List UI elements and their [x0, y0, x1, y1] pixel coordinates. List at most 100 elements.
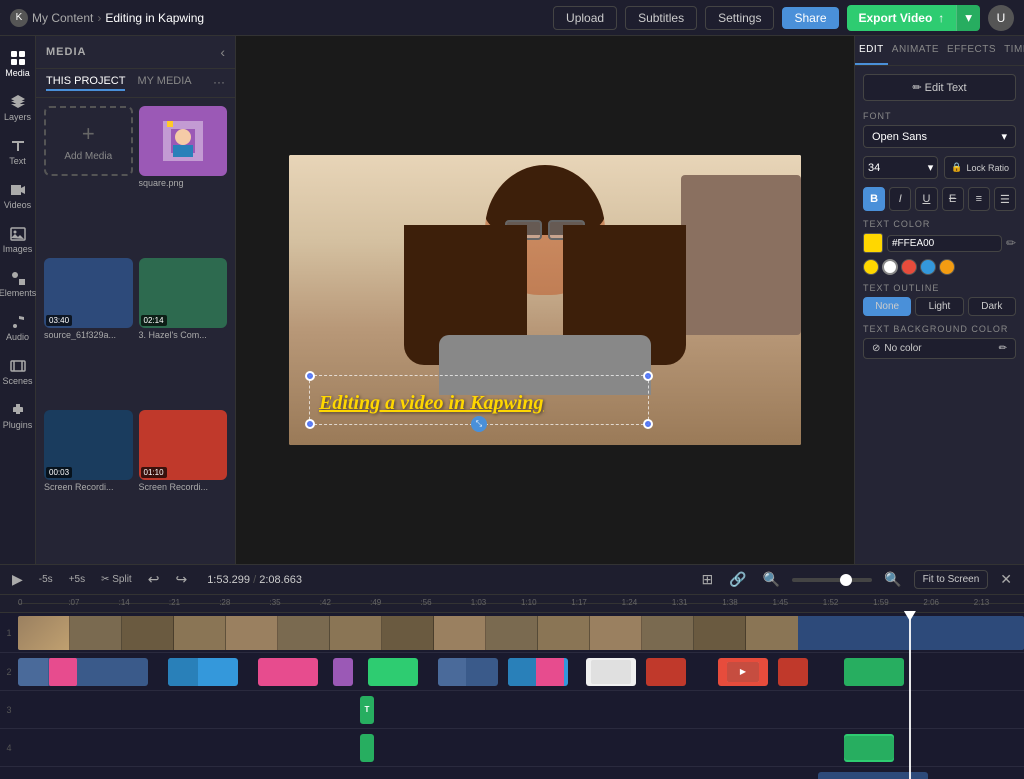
- clip-6[interactable]: [438, 658, 498, 686]
- outline-dark-button[interactable]: Dark: [968, 297, 1016, 316]
- media-more-button[interactable]: ···: [213, 75, 225, 91]
- sidebar-item-elements[interactable]: Elements: [2, 264, 34, 304]
- play-button[interactable]: ▶: [8, 569, 27, 590]
- plus5s-button[interactable]: +5s: [65, 572, 89, 587]
- clip-5[interactable]: [368, 658, 418, 686]
- undo-button[interactable]: ↩: [144, 569, 164, 590]
- tab-edit[interactable]: EDIT: [855, 36, 888, 65]
- color-preset-yellow[interactable]: [863, 259, 879, 275]
- resize-icon[interactable]: ⤡: [471, 416, 487, 432]
- timeline-body[interactable]: 0 :07 :14 :21 :28 :35 :42 :49 :56 1:03 1…: [0, 595, 1024, 779]
- link-button[interactable]: 🔗: [725, 569, 750, 590]
- selection-handle-tl[interactable]: [305, 371, 315, 381]
- clip-2[interactable]: [168, 658, 238, 686]
- align-right-button[interactable]: ☰: [994, 187, 1016, 211]
- sidebar-item-media[interactable]: Media: [2, 44, 34, 84]
- export-main-button[interactable]: Export Video ↑: [847, 6, 957, 30]
- strikethrough-button[interactable]: E: [942, 187, 964, 211]
- thumb-cell-3: [174, 616, 226, 650]
- text-color-edit-button[interactable]: ✏: [1006, 236, 1016, 250]
- split-button[interactable]: ✂ Split: [97, 572, 136, 587]
- bg-color-edit-icon: ✏: [999, 343, 1007, 354]
- clip-11[interactable]: [778, 658, 808, 686]
- outline-none-button[interactable]: None: [863, 297, 911, 316]
- color-preset-blue[interactable]: [920, 259, 936, 275]
- color-preset-orange[interactable]: [939, 259, 955, 275]
- overlay-clip-indicator[interactable]: [360, 734, 374, 762]
- export-dropdown-button[interactable]: ▾: [956, 5, 980, 31]
- media-thumb-screen1[interactable]: 00:03: [44, 410, 133, 480]
- settings-button[interactable]: Settings: [705, 6, 774, 30]
- edit-text-button[interactable]: ✏ Edit Text: [863, 74, 1016, 101]
- underline-button[interactable]: U: [915, 187, 937, 211]
- sidebar-item-videos[interactable]: Videos: [2, 176, 34, 216]
- no-color-button[interactable]: ⊘ No color ✏: [863, 338, 1016, 359]
- close-timeline-button[interactable]: ✕: [996, 569, 1016, 590]
- film-icon: [10, 358, 26, 374]
- clip-8[interactable]: [586, 658, 636, 686]
- zoom-range[interactable]: [792, 578, 872, 582]
- add-media-button[interactable]: + Add Media: [44, 106, 133, 176]
- italic-button[interactable]: I: [889, 187, 911, 211]
- media-tab-my-media[interactable]: MY MEDIA: [137, 75, 191, 91]
- sidebar-item-audio[interactable]: Audio: [2, 308, 34, 348]
- tab-effects[interactable]: EFFECTS: [943, 36, 1000, 65]
- outline-light-button[interactable]: Light: [915, 297, 963, 316]
- text-color-swatch[interactable]: [863, 233, 883, 253]
- zoom-in-button[interactable]: 🔍: [759, 569, 784, 590]
- media-thumb-hazel[interactable]: 02:14: [139, 258, 228, 328]
- zoom-out-button[interactable]: 🔍: [880, 569, 905, 590]
- upload-button[interactable]: Upload: [553, 6, 617, 30]
- minus5s-button[interactable]: -5s: [35, 572, 57, 587]
- text-clip-t[interactable]: T: [360, 696, 374, 724]
- color-preset-white[interactable]: [882, 259, 898, 275]
- selection-handle-bl[interactable]: [305, 419, 315, 429]
- app-logo-icon: K: [10, 9, 28, 27]
- zoom-thumb[interactable]: [840, 574, 852, 586]
- sidebar-item-images[interactable]: Images: [2, 220, 34, 260]
- align-left-button[interactable]: ≡: [968, 187, 990, 211]
- fit-to-screen-button[interactable]: Fit to Screen: [914, 570, 989, 589]
- clip-12[interactable]: [844, 658, 904, 686]
- tab-animate[interactable]: ANIMATE: [888, 36, 943, 65]
- font-size-input[interactable]: 34 ▾: [863, 156, 938, 179]
- caption-clip[interactable]: 🔒 Editing a video t...: [818, 772, 928, 779]
- sidebar-item-scenes[interactable]: Scenes: [2, 352, 34, 392]
- clip-3[interactable]: [258, 658, 318, 686]
- sidebar-media-label: Media: [5, 68, 30, 78]
- clip-7[interactable]: [508, 658, 568, 686]
- subtitles-button[interactable]: Subtitles: [625, 6, 697, 30]
- ruler-tick-5: :35: [270, 598, 281, 607]
- breadcrumb-parent[interactable]: My Content: [32, 11, 93, 25]
- media-tab-this-project[interactable]: THIS PROJECT: [46, 75, 125, 91]
- ruler-tick-2: :14: [119, 598, 130, 607]
- video-preview[interactable]: Editing a video in Kapwing ⤡: [236, 36, 854, 564]
- sidebar-scenes-label: Scenes: [2, 376, 32, 386]
- media-panel-collapse-button[interactable]: ‹: [220, 44, 225, 60]
- user-avatar[interactable]: U: [988, 5, 1014, 31]
- clip-1[interactable]: [18, 658, 148, 686]
- tab-timing[interactable]: TIMING: [1000, 36, 1024, 65]
- clip-4[interactable]: [333, 658, 353, 686]
- media-thumb-source[interactable]: 03:40: [44, 258, 133, 328]
- sidebar-item-text[interactable]: Text: [2, 132, 34, 172]
- selection-handle-br[interactable]: [643, 419, 653, 429]
- bold-button[interactable]: B: [863, 187, 885, 211]
- sidebar-item-plugins[interactable]: Plugins: [2, 396, 34, 436]
- media-thumb-screen2[interactable]: 01:10: [139, 410, 228, 480]
- color-preset-red[interactable]: [901, 259, 917, 275]
- redo-button[interactable]: ↪: [171, 569, 191, 590]
- ruler-tick-15: 1:45: [773, 598, 789, 607]
- sidebar-item-layers[interactable]: Layers: [2, 88, 34, 128]
- timeline-ruler: 0 :07 :14 :21 :28 :35 :42 :49 :56 1:03 1…: [0, 595, 1024, 613]
- text-color-hex[interactable]: #FFEA00: [887, 235, 1002, 252]
- clip-9[interactable]: [646, 658, 686, 686]
- share-button[interactable]: Share: [782, 7, 838, 29]
- selection-handle-tr[interactable]: [643, 371, 653, 381]
- lock-ratio-button[interactable]: 🔒 Lock Ratio: [944, 156, 1016, 179]
- font-select[interactable]: Open Sans ▾: [863, 125, 1016, 148]
- clip-10[interactable]: ▶: [718, 658, 768, 686]
- main-video-track[interactable]: [18, 616, 1024, 650]
- snap-button[interactable]: ⊞: [698, 569, 718, 590]
- media-thumb-image[interactable]: [139, 106, 228, 176]
